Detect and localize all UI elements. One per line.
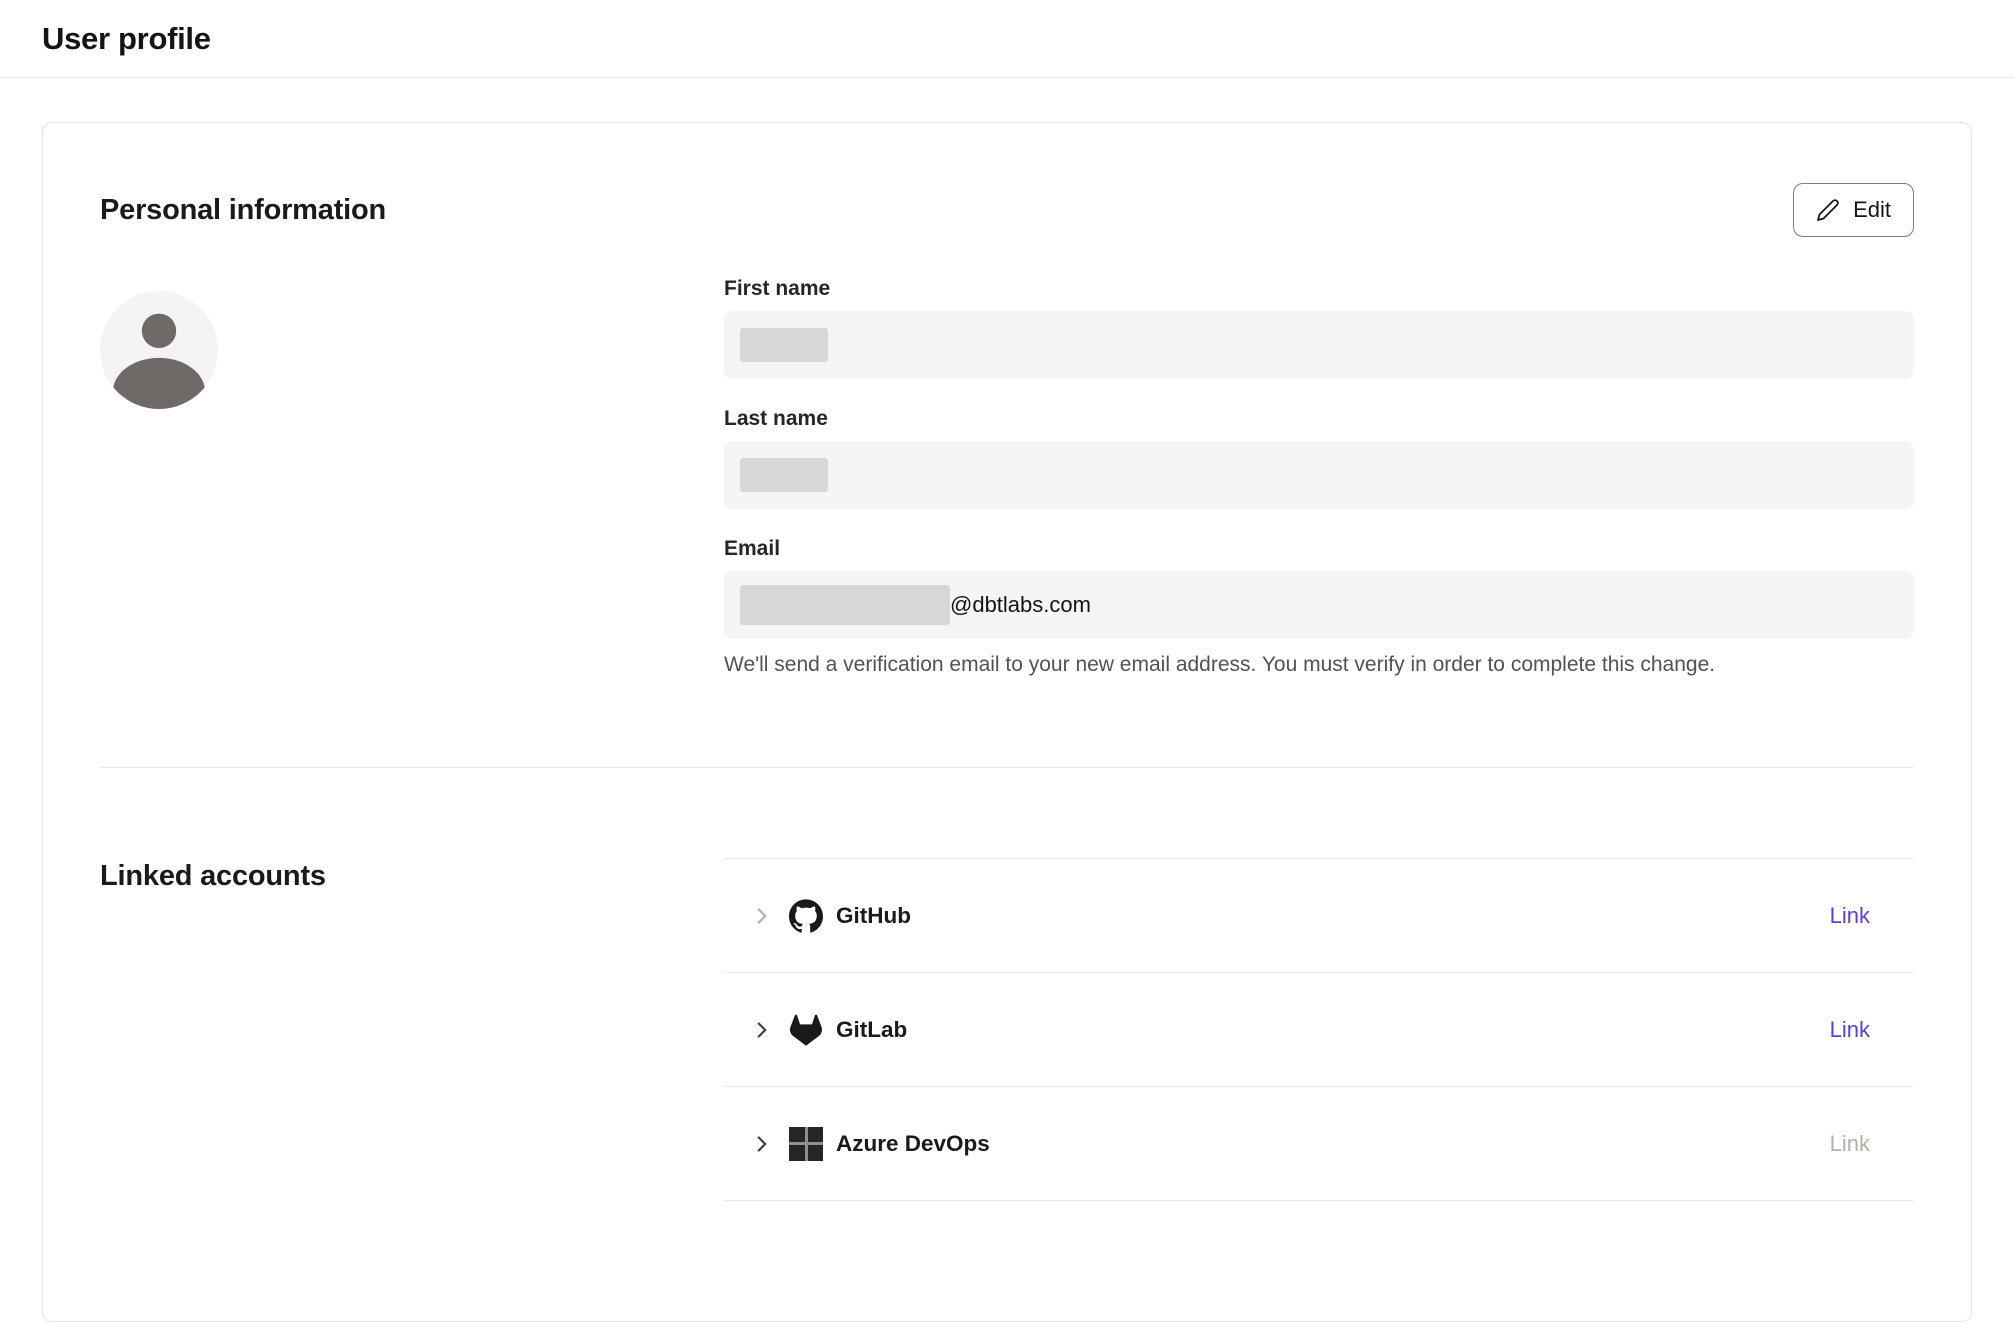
profile-card: Personal information Edit First n	[42, 122, 1972, 1322]
expand-row-button[interactable]	[749, 1131, 775, 1157]
linked-accounts-heading: Linked accounts	[100, 860, 326, 893]
linked-account-row-github: GitHub Link	[724, 859, 1914, 973]
email-field-group: Email @dbtlabs.com We'll send a verifica…	[724, 537, 1914, 677]
link-account-action[interactable]: Link	[1830, 903, 1870, 929]
email-label: Email	[724, 537, 1914, 561]
link-account-action[interactable]: Link	[1830, 1017, 1870, 1043]
last-name-field-group: Last name	[724, 407, 1914, 509]
edit-button-label: Edit	[1853, 197, 1891, 223]
chevron-right-icon	[749, 1017, 775, 1043]
gitlab-icon	[789, 1013, 823, 1047]
last-name-label: Last name	[724, 407, 1914, 431]
azure-devops-icon	[789, 1127, 823, 1161]
avatar	[100, 291, 218, 409]
provider-name: Azure DevOps	[836, 1131, 990, 1157]
linked-account-row-azure-devops: Azure DevOps Link	[724, 1087, 1914, 1201]
email-input[interactable]: @dbtlabs.com	[724, 571, 1914, 639]
last-name-input[interactable]	[724, 441, 1914, 509]
redacted-email-local-part	[740, 585, 950, 625]
first-name-input[interactable]	[724, 311, 1914, 379]
edit-button[interactable]: Edit	[1793, 183, 1914, 237]
linked-accounts-section: Linked accounts GitHub Link	[100, 768, 1914, 1201]
email-helper-text: We'll send a verification email to your …	[724, 653, 1914, 677]
page-header: User profile	[0, 0, 2014, 78]
expand-row-button[interactable]	[749, 1017, 775, 1043]
redacted-first-name-value	[740, 328, 828, 362]
first-name-label: First name	[724, 277, 1914, 301]
linked-account-row-gitlab: GitLab Link	[724, 973, 1914, 1087]
github-icon	[789, 899, 823, 933]
linked-accounts-list: GitHub Link GitLab L	[724, 858, 1914, 1201]
provider-name: GitLab	[836, 1017, 907, 1043]
person-silhouette-icon	[100, 291, 218, 409]
pencil-icon	[1816, 198, 1840, 222]
personal-information-heading: Personal information	[100, 194, 386, 227]
email-domain-suffix: @dbtlabs.com	[950, 592, 1091, 618]
link-account-action-disabled: Link	[1830, 1131, 1870, 1157]
personal-information-section: Personal information Edit First n	[100, 183, 1914, 768]
redacted-last-name-value	[740, 458, 828, 492]
chevron-right-icon	[749, 1131, 775, 1157]
chevron-right-icon	[749, 903, 775, 929]
page-title: User profile	[42, 21, 211, 57]
first-name-field-group: First name	[724, 277, 1914, 379]
expand-row-button[interactable]	[749, 903, 775, 929]
provider-name: GitHub	[836, 903, 911, 929]
